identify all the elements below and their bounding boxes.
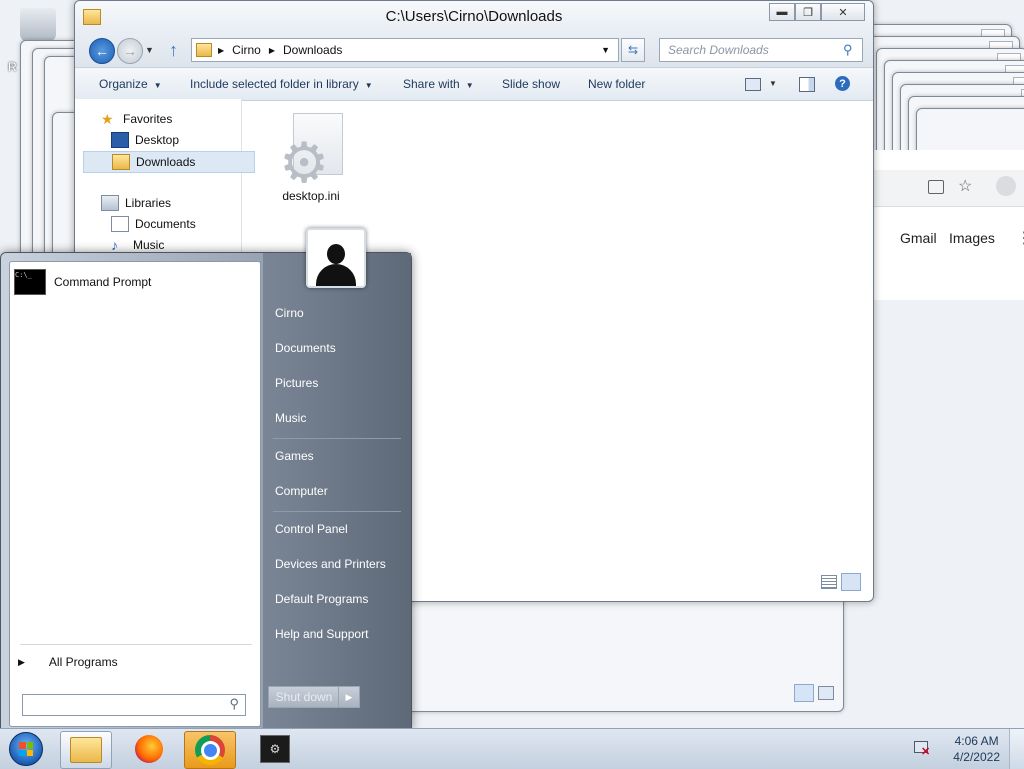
start-link-default-programs[interactable]: Default Programs bbox=[275, 592, 368, 606]
slide-show-button[interactable]: Slide show bbox=[502, 77, 560, 91]
program-icon[interactable]: ⚙ bbox=[250, 731, 300, 767]
include-in-library-button[interactable]: Include selected folder in library ▼ bbox=[190, 77, 373, 91]
recycle-bin-icon[interactable] bbox=[20, 8, 56, 42]
window-title: C:\Users\Cirno\Downloads bbox=[385, 8, 563, 25]
search-programs-input[interactable]: ⚲ bbox=[22, 694, 246, 716]
share-with-button[interactable]: Share with ▼ bbox=[403, 77, 474, 91]
system-clock[interactable]: 4:06 AM 4/2/2022 bbox=[953, 733, 1000, 765]
start-link-documents[interactable]: Documents bbox=[275, 341, 336, 355]
show-desktop-button[interactable] bbox=[1009, 729, 1024, 769]
refresh-button[interactable]: ⇆ bbox=[621, 38, 645, 62]
recycle-bin-label: R bbox=[8, 60, 17, 74]
divider bbox=[20, 644, 252, 645]
start-link-computer[interactable]: Computer bbox=[275, 484, 328, 498]
apps-menu-icon[interactable]: ⋮ bbox=[1016, 228, 1024, 248]
details-view-icon[interactable] bbox=[821, 575, 837, 589]
user-avatar[interactable] bbox=[306, 228, 366, 288]
libraries-icon bbox=[101, 195, 119, 211]
chevron-down-icon: ▼ bbox=[364, 81, 373, 90]
breadcrumb-cirno[interactable]: Cirno bbox=[232, 43, 261, 57]
images-link[interactable]: Images bbox=[949, 230, 995, 246]
nav-libraries[interactable]: Libraries bbox=[101, 193, 171, 213]
programs-pane: C:\_ Command Prompt ▶ All Programs ⚲ bbox=[9, 261, 261, 727]
divider bbox=[273, 511, 401, 512]
pinned-item-command-prompt[interactable]: C:\_ Command Prompt bbox=[14, 268, 252, 296]
search-icon[interactable]: ⚲ bbox=[843, 42, 853, 58]
chevron-down-icon: ▼ bbox=[465, 81, 474, 90]
preview-pane-icon[interactable] bbox=[799, 77, 815, 92]
user-silhouette-icon bbox=[314, 240, 358, 286]
view-options-icon[interactable] bbox=[745, 78, 761, 91]
nav-favorites[interactable]: ★ Favorites bbox=[101, 109, 172, 129]
divider bbox=[273, 438, 401, 439]
address-dropdown-icon[interactable]: ▼ bbox=[601, 45, 610, 55]
star-icon: ★ bbox=[101, 111, 114, 127]
start-orb-icon[interactable] bbox=[2, 731, 50, 767]
chevron-right-icon: ▶ bbox=[268, 45, 275, 55]
nav-documents[interactable]: Documents bbox=[111, 214, 196, 234]
places-pane: Cirno Documents Pictures Music Games Com… bbox=[263, 253, 411, 729]
start-link-pictures[interactable]: Pictures bbox=[275, 376, 318, 390]
firefox-icon[interactable] bbox=[124, 731, 174, 767]
network-status-icon[interactable]: ✕ bbox=[914, 739, 930, 758]
folder-icon bbox=[196, 43, 212, 57]
bookmark-star-icon[interactable]: ☆ bbox=[958, 176, 972, 196]
desktop-icon bbox=[111, 132, 129, 148]
documents-icon bbox=[111, 216, 129, 232]
chevron-right-icon: ▶ bbox=[18, 656, 25, 667]
minimize-button[interactable]: ▬ bbox=[769, 3, 795, 21]
chevron-right-icon: ▶ bbox=[218, 45, 225, 55]
start-link-control-panel[interactable]: Control Panel bbox=[275, 522, 348, 536]
search-input[interactable]: Search Downloads bbox=[659, 38, 863, 62]
start-link-user[interactable]: Cirno bbox=[275, 306, 304, 320]
start-link-devices-printers[interactable]: Devices and Printers bbox=[275, 557, 386, 571]
all-programs-button[interactable]: ▶ All Programs bbox=[18, 652, 250, 672]
chrome-window: ☆ Gmail Images ⋮ bbox=[872, 150, 1024, 300]
gmail-link[interactable]: Gmail bbox=[900, 230, 937, 246]
chrome-icon[interactable] bbox=[184, 731, 236, 769]
nav-desktop[interactable]: Desktop bbox=[111, 130, 179, 150]
large-icons-view-icon[interactable] bbox=[818, 686, 834, 700]
up-button[interactable]: ↑ bbox=[169, 41, 178, 59]
recent-pages-dropdown-icon[interactable]: ▼ bbox=[145, 45, 154, 55]
details-view-icon[interactable] bbox=[794, 684, 814, 702]
breadcrumb-downloads[interactable]: Downloads bbox=[283, 43, 342, 57]
file-item[interactable]: ⚙ desktop.ini bbox=[271, 113, 351, 203]
nav-downloads[interactable]: Downloads bbox=[83, 151, 255, 173]
cmd-icon: C:\_ bbox=[14, 269, 46, 295]
taskbar: ⚙ ✕ 4:06 AM 4/2/2022 bbox=[0, 728, 1024, 769]
clock-time: 4:06 AM bbox=[954, 734, 999, 748]
new-folder-button[interactable]: New folder bbox=[588, 77, 645, 91]
start-link-help-support[interactable]: Help and Support bbox=[275, 627, 368, 641]
command-bar: Organize ▼ Include selected folder in lib… bbox=[75, 67, 873, 101]
explorer-icon[interactable] bbox=[60, 731, 112, 769]
help-icon[interactable]: ? bbox=[835, 76, 850, 91]
start-link-games[interactable]: Games bbox=[275, 449, 314, 463]
maximize-button[interactable]: ❐ bbox=[795, 3, 821, 21]
shut-down-button[interactable]: Shut down bbox=[268, 686, 340, 708]
settings-file-icon: ⚙ bbox=[279, 113, 343, 193]
shut-down-options-button[interactable]: ▶ bbox=[338, 686, 360, 708]
organize-button[interactable]: Organize ▼ bbox=[99, 77, 162, 91]
start-menu: C:\_ Command Prompt ▶ All Programs ⚲ Cir… bbox=[0, 252, 412, 730]
address-row: ← → ▼ ↑ ▶ Cirno ▶ Downloads ▼ ⇆ Search D… bbox=[75, 33, 873, 67]
profile-avatar-icon[interactable] bbox=[996, 176, 1016, 196]
start-link-music[interactable]: Music bbox=[275, 411, 306, 425]
view-dropdown-icon[interactable]: ▼ bbox=[769, 79, 777, 88]
music-icon: ♪ bbox=[111, 237, 118, 253]
search-icon: ⚲ bbox=[229, 696, 239, 711]
close-button[interactable]: ✕ bbox=[821, 3, 865, 21]
forward-button[interactable]: → bbox=[117, 38, 143, 64]
downloads-folder-icon bbox=[112, 154, 130, 170]
large-icons-view-icon[interactable] bbox=[841, 573, 861, 591]
back-button[interactable]: ← bbox=[89, 38, 115, 64]
share-icon[interactable] bbox=[928, 180, 944, 194]
chevron-down-icon: ▼ bbox=[153, 81, 162, 90]
address-bar[interactable]: ▶ Cirno ▶ Downloads ▼ bbox=[191, 38, 619, 62]
clock-date: 4/2/2022 bbox=[953, 750, 1000, 764]
title-bar[interactable]: C:\Users\Cirno\Downloads ▬ ❐ ✕ bbox=[75, 1, 873, 33]
